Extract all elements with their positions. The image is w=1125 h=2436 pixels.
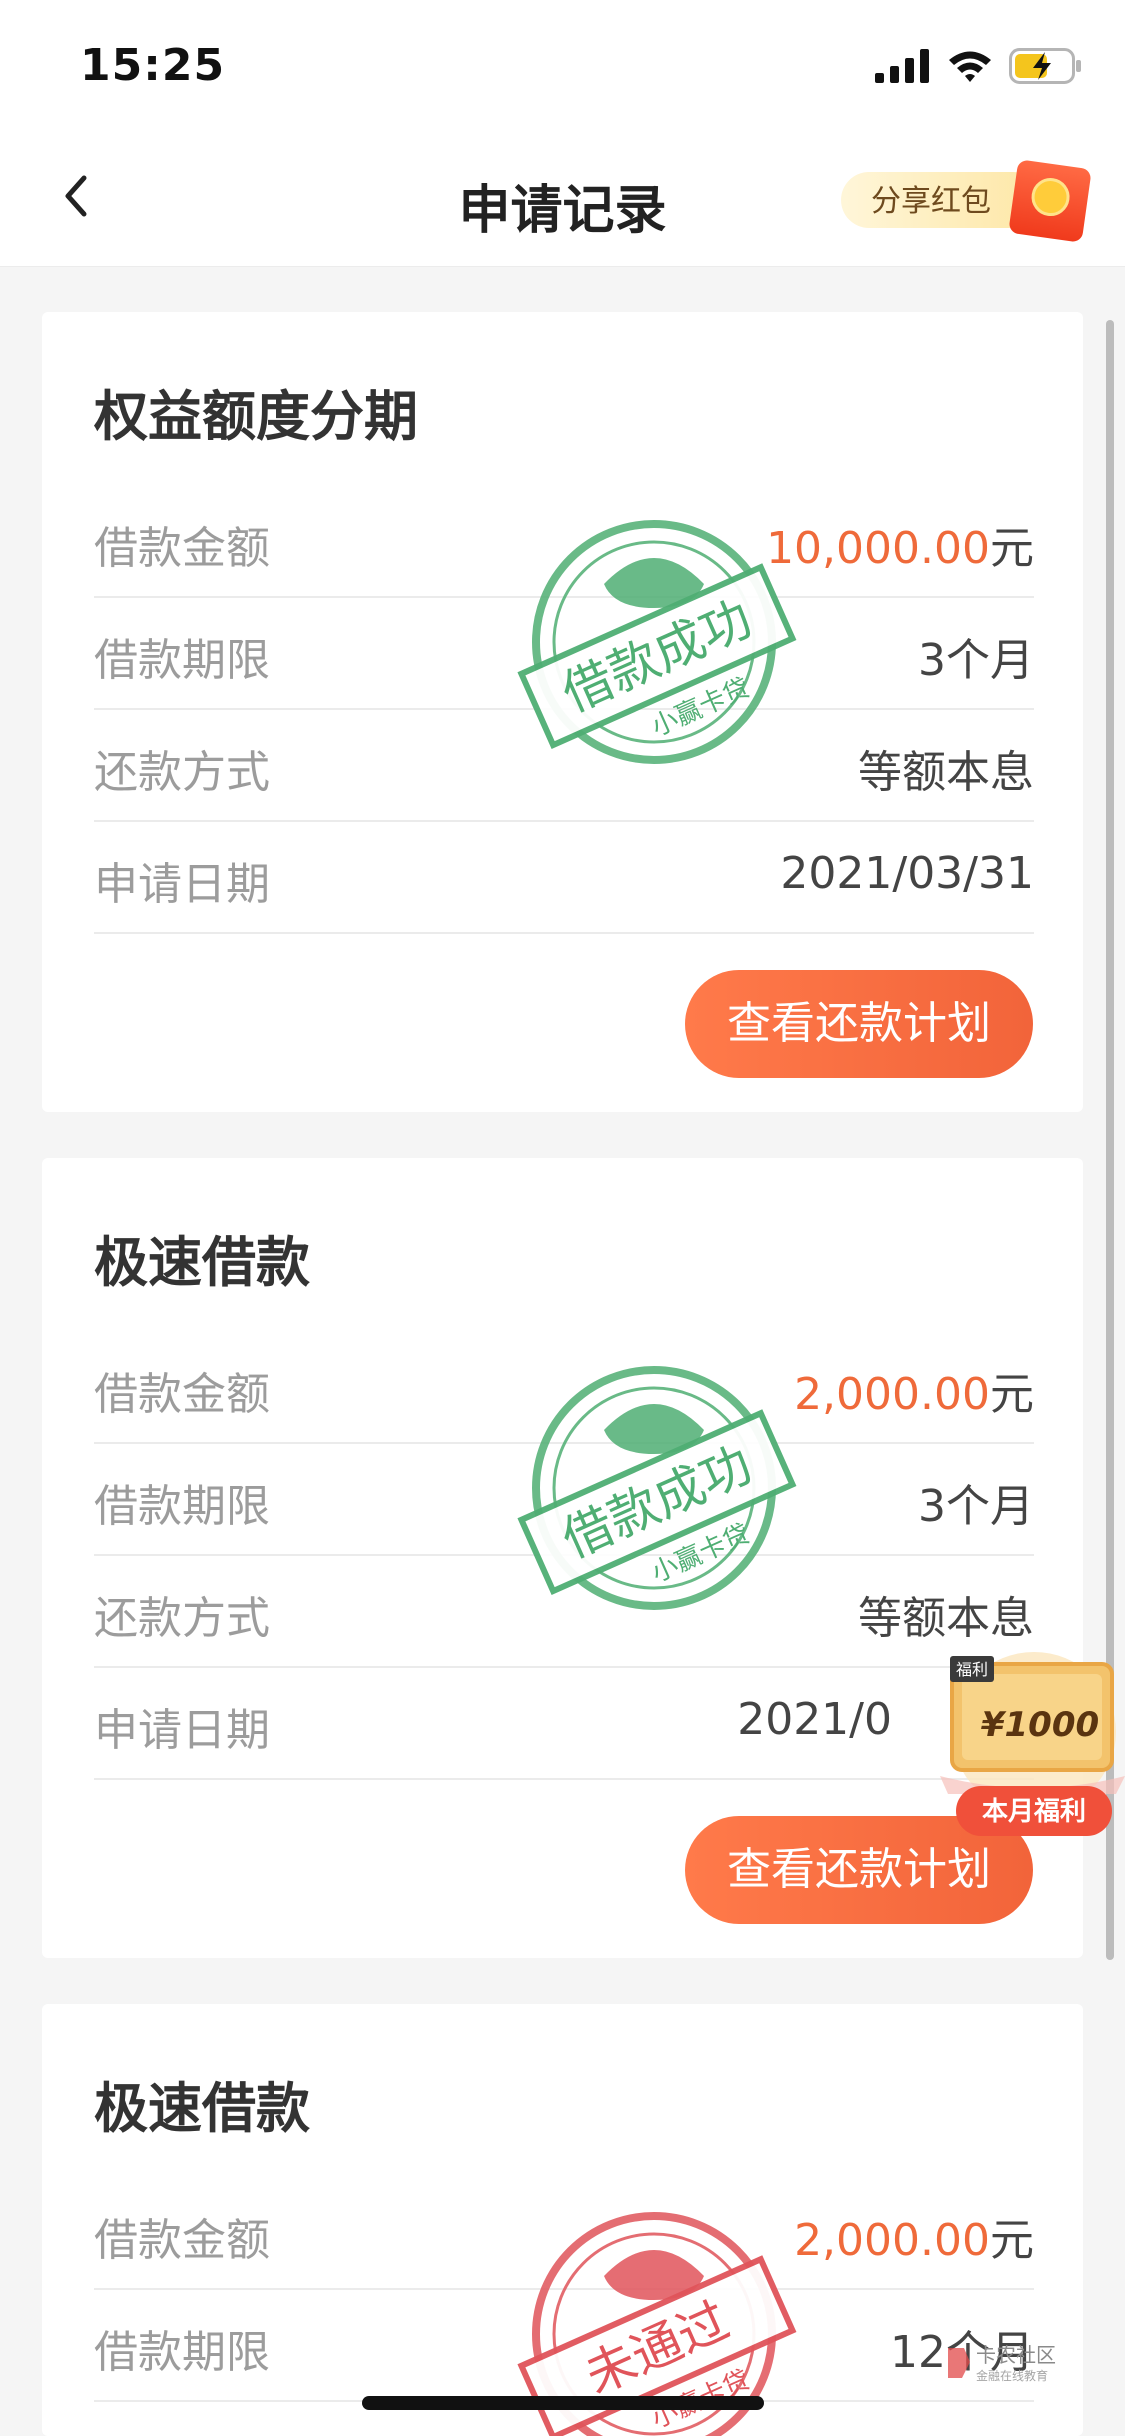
row-label: 借款期限 xyxy=(94,2327,270,2378)
row-label: 借款金额 xyxy=(94,2215,270,2266)
loan-amount: 2,000.00 xyxy=(794,1369,990,1420)
red-envelope-icon xyxy=(1008,159,1092,243)
amount-row: 借款金额 2,000.00元 xyxy=(94,2178,1034,2290)
promo-tag: 福利 xyxy=(956,1660,988,1679)
battery-charging-icon xyxy=(1009,48,1081,84)
card-title: 极速借款 xyxy=(94,1231,310,1294)
repayment-method-row: 还款方式 等额本息 xyxy=(94,710,1034,822)
term-row: 借款期限 3个月 xyxy=(94,1444,1034,1556)
monthly-benefit-widget[interactable]: 福利 ¥1000 本月福利 xyxy=(940,1640,1125,1850)
wifi-icon xyxy=(949,51,991,82)
view-repayment-plan-button[interactable]: 查看还款计划 xyxy=(685,970,1033,1078)
loan-record-card: 极速借款 借款金额 2,000.00元 借款期限 12个月 未通过 小赢卡贷 xyxy=(42,2004,1083,2436)
card-title: 权益额度分期 xyxy=(94,385,418,448)
watermark-mark-icon: 卡农社区 金融在线教育 xyxy=(948,2343,1056,2383)
share-red-packet-button[interactable]: 分享红包 xyxy=(841,159,1095,243)
currency-unit: 元 xyxy=(990,2215,1034,2266)
status-time: 15:25 xyxy=(80,40,226,91)
row-label: 借款期限 xyxy=(94,1481,270,1532)
row-value: 3个月 xyxy=(918,635,1034,686)
share-label: 分享红包 xyxy=(871,184,991,219)
row-label: 申请日期 xyxy=(94,1705,270,1756)
row-value: 2,000.00元 xyxy=(794,2204,1034,2268)
watermark-logo: 卡农社区 金融在线教育 xyxy=(944,2340,1094,2384)
row-value: 等额本息 xyxy=(858,747,1034,798)
loan-record-card: 权益额度分期 借款金额 10,000.00元 借款期限 3个月 还款方式 等额本… xyxy=(42,312,1083,1112)
row-value: 2021/03/31 xyxy=(780,848,1034,899)
loan-amount: 10,000.00 xyxy=(766,523,990,574)
card-title: 极速借款 xyxy=(94,2077,310,2140)
row-label: 还款方式 xyxy=(94,1593,270,1644)
apply-date-row: 申请日期 2021/0 xyxy=(94,1668,1034,1780)
currency-unit: 元 xyxy=(990,1369,1034,1420)
watermark-title: 卡农社区 xyxy=(976,2343,1056,2367)
row-value: 10,000.00元 xyxy=(766,512,1034,576)
currency-unit: 元 xyxy=(990,523,1034,574)
row-value: 3个月 xyxy=(918,1481,1034,1532)
status-bar: 15:25 xyxy=(0,0,1125,132)
row-value: 2,000.00元 xyxy=(794,1358,1034,1422)
row-value: 等额本息 xyxy=(858,1593,1034,1644)
promo-label: 本月福利 xyxy=(982,1797,1086,1827)
benefit-ticket-icon: 福利 ¥1000 本月福利 xyxy=(940,1652,1125,1836)
amount-row: 借款金额 10,000.00元 xyxy=(94,486,1034,598)
row-value: 2021/0 xyxy=(737,1694,892,1745)
signal-icon xyxy=(875,49,929,83)
coin-icon xyxy=(1029,175,1073,219)
promo-amount: ¥1000 xyxy=(981,1705,1099,1745)
term-row: 借款期限 3个月 xyxy=(94,598,1034,710)
row-label: 借款金额 xyxy=(94,1369,270,1420)
term-row: 借款期限 12个月 xyxy=(94,2290,1034,2402)
status-icons xyxy=(875,48,1083,84)
amount-row: 借款金额 2,000.00元 xyxy=(94,1332,1034,1444)
loan-amount: 2,000.00 xyxy=(794,2215,990,2266)
home-indicator[interactable] xyxy=(362,2396,764,2410)
navigation-bar: 申请记录 分享红包 xyxy=(0,132,1125,267)
repayment-method-row: 还款方式 等额本息 xyxy=(94,1556,1034,1668)
row-label: 借款期限 xyxy=(94,635,270,686)
row-label: 借款金额 xyxy=(94,523,270,574)
watermark-sub: 金融在线教育 xyxy=(976,2368,1048,2383)
row-label: 还款方式 xyxy=(94,747,270,798)
apply-date-row: 申请日期 2021/03/31 xyxy=(94,822,1034,934)
row-label: 申请日期 xyxy=(94,859,270,910)
loan-record-card: 极速借款 借款金额 2,000.00元 借款期限 3个月 还款方式 等额本息 申… xyxy=(42,1158,1083,1958)
